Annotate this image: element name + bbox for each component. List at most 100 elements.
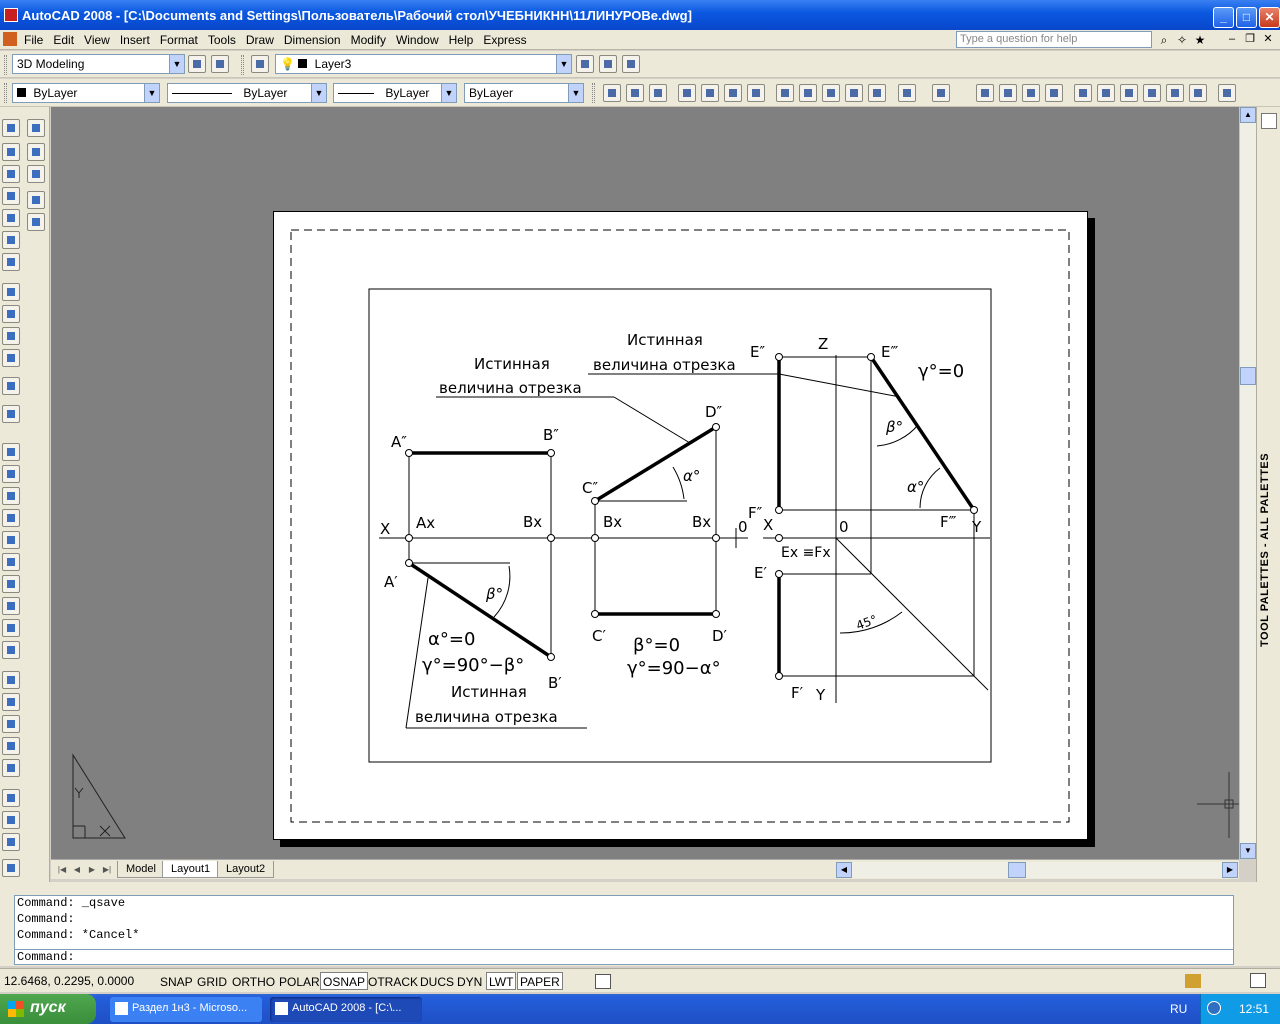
- intersect-icon[interactable]: [2, 833, 20, 851]
- presspull-icon[interactable]: [2, 693, 20, 711]
- polar-toggle[interactable]: POLAR: [276, 972, 323, 990]
- horizontal-scrollbar[interactable]: ◀ ▶: [836, 862, 1238, 878]
- match-properties-icon[interactable]: [845, 84, 863, 102]
- new-file-icon[interactable]: [603, 84, 621, 102]
- workspace-select[interactable]: 3D Modeling ▼: [12, 54, 185, 74]
- zoom-window-icon[interactable]: [1022, 84, 1040, 102]
- camera-icon[interactable]: [2, 377, 20, 395]
- doc-restore-icon[interactable]: ❐: [1242, 32, 1258, 47]
- 3d-move-icon[interactable]: [2, 859, 20, 877]
- redo-icon[interactable]: [932, 84, 950, 102]
- coordinates-readout[interactable]: 12.6468, 0.2295, 0.0000: [4, 974, 134, 988]
- chevron-down-icon[interactable]: ▼: [311, 84, 326, 102]
- chevron-down-icon[interactable]: ▼: [144, 84, 159, 102]
- block-editor-icon[interactable]: [868, 84, 886, 102]
- palette-properties-icon[interactable]: [1261, 113, 1277, 129]
- layer-properties-icon[interactable]: [251, 55, 269, 73]
- next-tab-icon[interactable]: ▶: [85, 863, 99, 877]
- wedge-icon[interactable]: [2, 487, 20, 505]
- snap-toggle[interactable]: SNAP: [157, 972, 196, 990]
- dimension-icon[interactable]: [27, 165, 45, 183]
- chevron-down-icon[interactable]: ▼: [169, 55, 184, 73]
- tray-network-icon[interactable]: [1207, 1001, 1221, 1015]
- chevron-down-icon[interactable]: ▼: [556, 55, 571, 73]
- copy-icon[interactable]: [799, 84, 817, 102]
- subtract-icon[interactable]: [2, 811, 20, 829]
- lock-icon[interactable]: [1185, 974, 1201, 988]
- otrack-toggle[interactable]: OTRACK: [365, 972, 421, 990]
- menu-tools[interactable]: Tools: [204, 30, 242, 47]
- orbit-icon[interactable]: [2, 405, 20, 423]
- zoom-previous-icon[interactable]: [1045, 84, 1063, 102]
- tab-model[interactable]: Model: [117, 861, 165, 878]
- plotstyle-select[interactable]: ByLayer ▼: [464, 83, 584, 103]
- menu-modify[interactable]: Modify: [347, 30, 392, 47]
- scroll-thumb[interactable]: [1240, 367, 1256, 385]
- chevron-down-icon[interactable]: ▼: [568, 84, 583, 102]
- tool-palettes-icon[interactable]: [1120, 84, 1138, 102]
- osnap-toggle[interactable]: OSNAP: [320, 972, 369, 990]
- scroll-down-icon[interactable]: ▼: [1240, 843, 1256, 859]
- workspace-settings-icon[interactable]: [188, 55, 206, 73]
- clock[interactable]: 12:51: [1239, 1002, 1269, 1016]
- pyramid-icon[interactable]: [2, 597, 20, 615]
- ducs-toggle[interactable]: DUCS: [417, 972, 457, 990]
- undo-icon[interactable]: [898, 84, 916, 102]
- 3d-dwf-icon[interactable]: [747, 84, 765, 102]
- command-input[interactable]: Command:: [14, 949, 1234, 965]
- dimension-icon[interactable]: [27, 213, 45, 231]
- box-icon[interactable]: [2, 465, 20, 483]
- dimension-icon[interactable]: [27, 143, 45, 161]
- properties-icon[interactable]: [1074, 84, 1092, 102]
- dyn-toggle[interactable]: DYN: [454, 972, 485, 990]
- sheet-set-icon[interactable]: [1143, 84, 1161, 102]
- toolbar-grip[interactable]: [4, 55, 7, 75]
- help-icon[interactable]: [1218, 84, 1236, 102]
- help-search-input[interactable]: Type a question for help: [956, 31, 1152, 48]
- pan-icon[interactable]: [976, 84, 994, 102]
- view-icon[interactable]: [2, 253, 20, 271]
- loft-icon[interactable]: [2, 759, 20, 777]
- language-indicator[interactable]: RU: [1170, 1002, 1187, 1016]
- paste-icon[interactable]: [822, 84, 840, 102]
- publish-icon[interactable]: [724, 84, 742, 102]
- doc-close-icon[interactable]: ✕: [1260, 32, 1276, 47]
- menu-draw[interactable]: Draw: [242, 30, 280, 47]
- minimize-button[interactable]: _: [1213, 7, 1234, 28]
- cut-icon[interactable]: [776, 84, 794, 102]
- vertical-scrollbar[interactable]: ▲ ▼: [1239, 107, 1256, 859]
- taskbar-item-word[interactable]: Раздел 1н3 - Microso...: [110, 997, 262, 1022]
- toolbar-grip[interactable]: [4, 83, 7, 103]
- maximize-button[interactable]: □: [1236, 7, 1257, 28]
- prev-tab-icon[interactable]: ◀: [70, 863, 84, 877]
- scroll-thumb[interactable]: [1008, 862, 1026, 878]
- tool-palettes-strip[interactable]: TOOL PALETTES - ALL PALETTES: [1256, 107, 1280, 882]
- layer-select[interactable]: 💡 Layer3 ▼: [275, 54, 572, 74]
- make-object-layer-current-icon[interactable]: [576, 55, 594, 73]
- menu-view[interactable]: View: [80, 30, 116, 47]
- sweep-icon[interactable]: [2, 715, 20, 733]
- polysolid-icon[interactable]: [2, 443, 20, 461]
- planar-surface-icon[interactable]: [2, 641, 20, 659]
- favorites-star-icon[interactable]: ★: [1192, 32, 1208, 48]
- lineweight-select[interactable]: ByLayer ▼: [333, 83, 457, 103]
- visual-style-icon[interactable]: [2, 327, 20, 345]
- save-icon[interactable]: [649, 84, 667, 102]
- sphere-icon[interactable]: [2, 531, 20, 549]
- menu-edit[interactable]: Edit: [49, 30, 80, 47]
- open-file-icon[interactable]: [626, 84, 644, 102]
- design-center-icon[interactable]: [1097, 84, 1115, 102]
- scroll-left-icon[interactable]: ◀: [836, 862, 852, 878]
- plot-icon[interactable]: [678, 84, 696, 102]
- menu-express[interactable]: Express: [479, 30, 532, 47]
- zoom-realtime-icon[interactable]: [999, 84, 1017, 102]
- menu-file[interactable]: File: [20, 30, 49, 47]
- view-icon[interactable]: [2, 231, 20, 249]
- view-icon[interactable]: [2, 209, 20, 227]
- communication-center-icon[interactable]: ✧: [1174, 32, 1190, 48]
- tab-layout2[interactable]: Layout2: [217, 861, 275, 878]
- layer-states-icon[interactable]: [622, 55, 640, 73]
- dimension-icon[interactable]: [27, 191, 45, 209]
- document-icon[interactable]: [3, 32, 17, 46]
- cylinder-icon[interactable]: [2, 553, 20, 571]
